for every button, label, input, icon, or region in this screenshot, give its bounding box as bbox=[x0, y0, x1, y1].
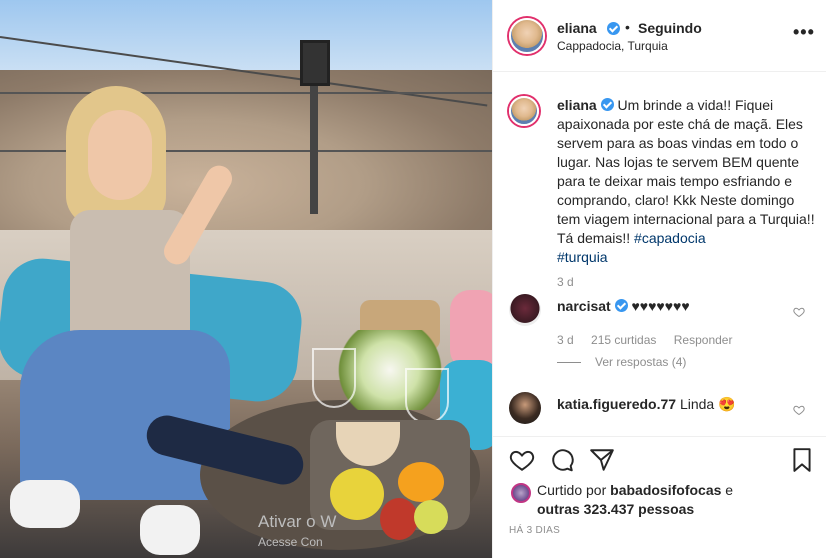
woman-skirt bbox=[20, 330, 230, 500]
fruit bbox=[414, 500, 448, 534]
view-replies-label: Ver respostas (4) bbox=[595, 355, 687, 369]
woman-top bbox=[70, 210, 190, 350]
comment-item: narcisat ♥♥♥♥♥♥♥ bbox=[557, 298, 690, 314]
comment-item: katia.figueredo.77 Linda 😍 bbox=[557, 396, 736, 413]
comment-meta: 3 d 215 curtidas Responder bbox=[557, 333, 746, 347]
wine-glass bbox=[312, 348, 356, 408]
pink-cushion bbox=[450, 290, 492, 370]
hashtag-link[interactable]: #capadocia bbox=[634, 230, 706, 246]
post-actions: Curtido por babadosifofocas e outras 323… bbox=[493, 436, 826, 558]
liker-username[interactable]: babadosifofocas bbox=[610, 482, 721, 498]
post-photo[interactable] bbox=[0, 0, 492, 558]
post-timestamp: HÁ 3 DIAS bbox=[509, 525, 561, 536]
like-heart-icon[interactable] bbox=[509, 447, 535, 473]
liked-prefix: Curtido por bbox=[537, 482, 611, 498]
comment-time: 3 d bbox=[557, 333, 574, 347]
verified-icon bbox=[600, 98, 614, 111]
sneaker bbox=[10, 480, 80, 528]
reply-button[interactable]: Responder bbox=[674, 333, 733, 347]
fruit bbox=[330, 468, 384, 520]
caption-time: 3 d bbox=[557, 275, 574, 289]
view-replies-button[interactable]: Ver respostas (4) bbox=[557, 355, 686, 369]
bookmark-save-icon[interactable] bbox=[789, 447, 815, 473]
comment-bubble-icon[interactable] bbox=[549, 447, 575, 473]
caption-text: Um brinde a vida!! Fiquei apaixonada por… bbox=[557, 97, 815, 246]
comment-text: ♥♥♥♥♥♥♥ bbox=[631, 298, 690, 314]
share-paper-plane-icon[interactable] bbox=[589, 447, 615, 473]
comment-username[interactable]: katia.figueredo.77 bbox=[557, 396, 676, 412]
comments-section: eliana Um brinde a vida!! Fiquei apaixon… bbox=[493, 72, 826, 436]
liked-by-text: Curtido por babadosifofocas e outras 323… bbox=[537, 481, 787, 519]
woman-face bbox=[88, 110, 152, 200]
post-header: eliana • Seguindo Cappadocia, Turquia ••… bbox=[493, 0, 826, 72]
liker-avatar[interactable] bbox=[511, 483, 531, 503]
caption-username[interactable]: eliana bbox=[557, 97, 597, 113]
fruit bbox=[398, 462, 444, 502]
windows-activation-watermark-sub: Acesse Con bbox=[258, 535, 323, 549]
windows-activation-watermark: Ativar o W bbox=[258, 512, 337, 531]
like-comment-heart-icon[interactable] bbox=[793, 306, 805, 318]
author-username[interactable]: eliana bbox=[557, 20, 597, 36]
sneaker bbox=[140, 505, 200, 555]
separator-dot: • bbox=[625, 19, 630, 35]
comment-username[interactable]: narcisat bbox=[557, 298, 611, 314]
author-avatar[interactable] bbox=[509, 18, 545, 54]
commenter-avatar[interactable] bbox=[509, 392, 541, 424]
fruit bbox=[380, 498, 418, 540]
divider-line bbox=[557, 362, 581, 364]
more-options-icon[interactable]: ••• bbox=[793, 22, 815, 43]
commenter-avatar[interactable] bbox=[509, 294, 541, 326]
verified-icon bbox=[607, 22, 620, 35]
hashtag-link[interactable]: #turquia bbox=[557, 249, 608, 265]
liked-middle: e bbox=[721, 482, 734, 498]
lamp-post bbox=[310, 84, 318, 214]
post-side-panel: eliana • Seguindo Cappadocia, Turquia ••… bbox=[492, 0, 826, 558]
post-location[interactable]: Cappadocia, Turquia bbox=[557, 39, 668, 53]
verified-icon bbox=[614, 299, 628, 312]
wine-glass bbox=[405, 368, 449, 424]
railing bbox=[0, 92, 492, 94]
like-comment-heart-icon[interactable] bbox=[793, 404, 805, 416]
caption-avatar[interactable] bbox=[509, 96, 539, 126]
comment-likes[interactable]: 215 curtidas bbox=[591, 333, 656, 347]
lantern bbox=[300, 40, 330, 86]
follow-status-button[interactable]: Seguindo bbox=[638, 20, 702, 36]
caption: eliana Um brinde a vida!! Fiquei apaixon… bbox=[557, 96, 817, 267]
comment-text: Linda 😍 bbox=[679, 396, 736, 412]
liked-others-count[interactable]: outras 323.437 pessoas bbox=[537, 501, 694, 517]
